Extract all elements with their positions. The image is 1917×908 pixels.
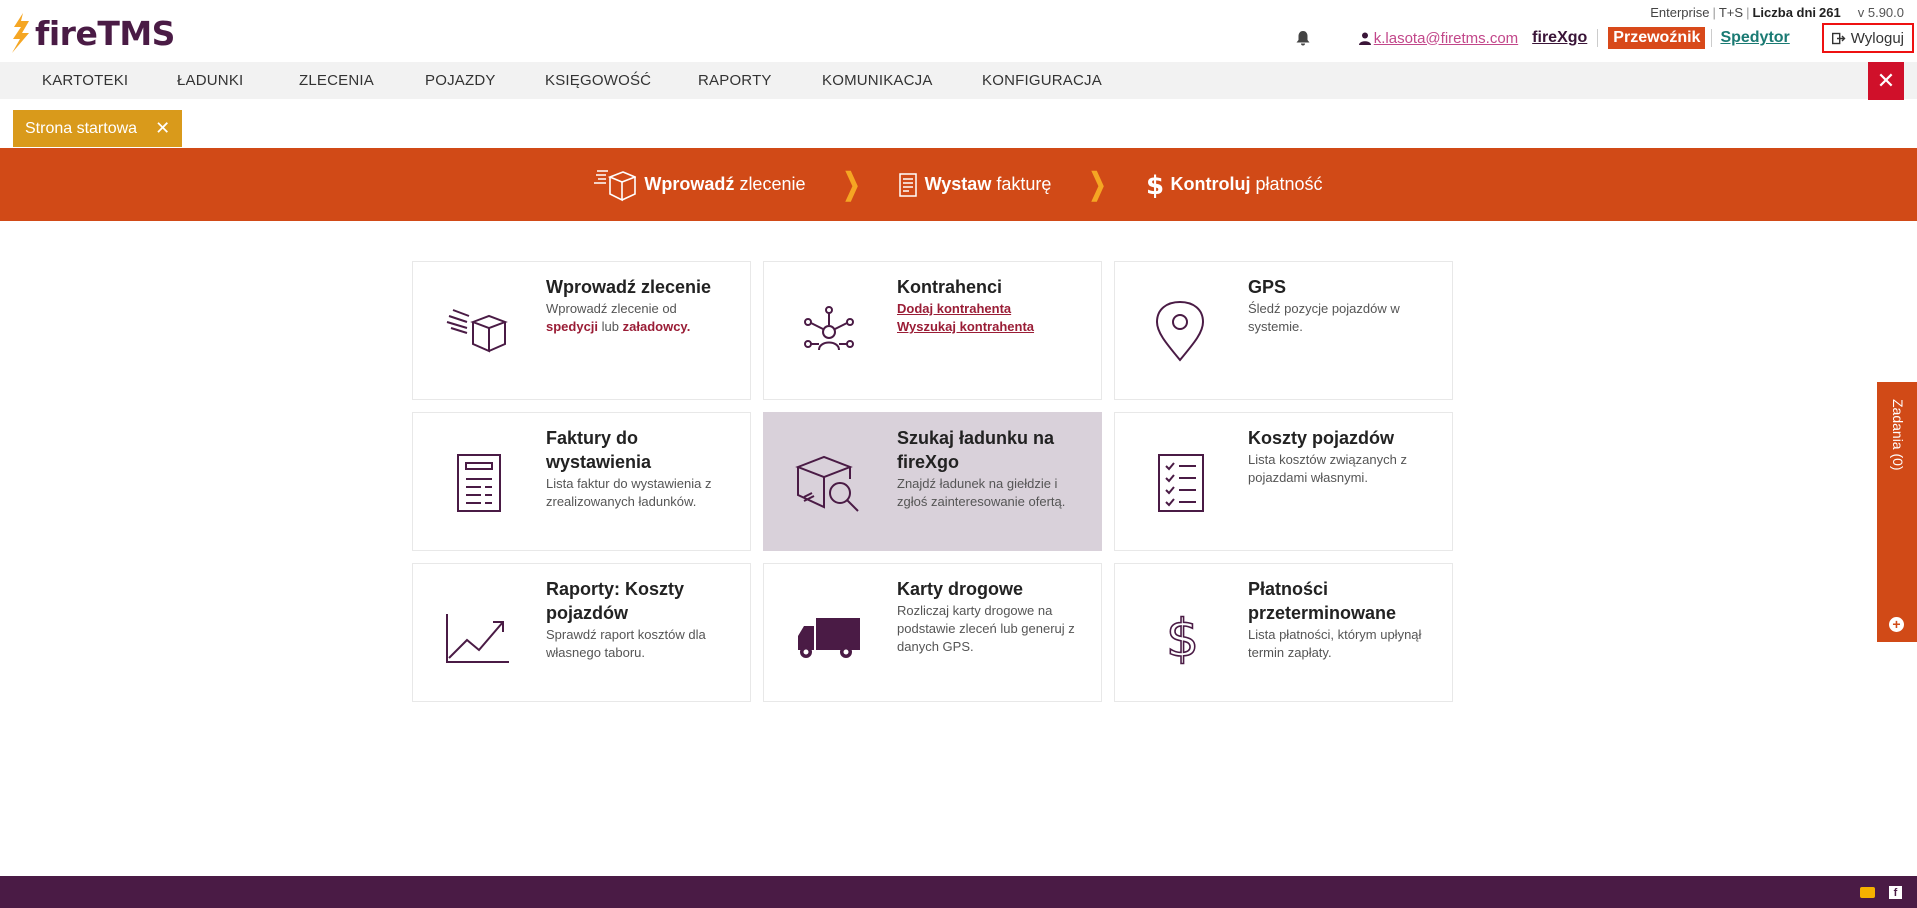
days-label: Liczba dni — [1752, 5, 1817, 20]
dollar-icon: $ — [1146, 171, 1163, 200]
tile-desc: Lista kosztów związanych z pojazdami wła… — [1248, 452, 1407, 485]
banner-step-order-rest: zlecenie — [739, 174, 806, 194]
tab-label: Strona startowa — [25, 120, 138, 137]
tile-desc: Znajdź ładunek na giełdzie i zgłoś zaint… — [897, 476, 1066, 509]
tasks-label: Zadania (0) — [1890, 399, 1906, 471]
banner-step-order[interactable]: Wprowadź zlecenie — [594, 167, 805, 203]
logout-label: Wyloguj — [1850, 29, 1904, 47]
dollar-icon: $ — [1165, 608, 1200, 670]
przewoznik-button[interactable]: Przewoźnik — [1608, 27, 1706, 49]
tile-desc: Lista płatności, którym upłynął termin z… — [1248, 627, 1422, 660]
banner-step-payment[interactable]: $ Kontroluj płatność — [1145, 170, 1323, 200]
workflow-banner: Wprowadź zlecenie ❯ Wystaw fakturę ❯ $ K… — [0, 148, 1917, 221]
user-bar: k.lasota@firetms.com fireXgo Przewoźnik … — [1295, 23, 1917, 53]
days-value: 261 — [1819, 5, 1841, 20]
banner-step-payment-rest: płatność — [1255, 174, 1323, 194]
tab-close-icon[interactable]: ✕ — [155, 110, 170, 147]
tile-platnosci-przeterminowane[interactable]: $ Płatności przeterminowane Lista płatno… — [1114, 563, 1453, 702]
user-email-link[interactable]: k.lasota@firetms.com — [1358, 29, 1519, 47]
mode-label: T+S — [1718, 5, 1744, 20]
banner-step-invoice-rest: fakturę — [996, 174, 1052, 194]
nav-item-konfiguracja[interactable]: KONFIGURACJA — [982, 62, 1102, 99]
dashboard-tiles: Wprowadź zlecenie Wprowadź zlecenie od s… — [412, 261, 1454, 702]
main-nav: KARTOTEKI ŁADUNKI ZLECENIA POJAZDY KSIĘG… — [0, 62, 1917, 99]
chevron-right-icon: ❯ — [843, 168, 861, 201]
map-pin-icon — [1155, 300, 1205, 362]
nav-item-kartoteki[interactable]: KARTOTEKI — [42, 62, 128, 99]
search-contractor-link[interactable]: Wyszukaj kontrahenta — [897, 318, 1089, 336]
tile-title: Faktury do wystawienia — [546, 428, 652, 472]
nav-item-ladunki[interactable]: ŁADUNKI — [177, 62, 243, 99]
user-email: k.lasota@firetms.com — [1373, 29, 1519, 47]
tile-title: Koszty pojazdów — [1248, 428, 1395, 448]
box-icon — [446, 309, 508, 353]
tile-title: Raporty: Koszty pojazdów — [546, 579, 685, 623]
user-icon — [1358, 32, 1371, 45]
version-label: v 5.90.0 — [1857, 5, 1904, 20]
tile-kontrahenci[interactable]: Kontrahenci Dodaj kontrahenta Wyszukaj k… — [763, 261, 1102, 400]
tile-desc: Śledź pozycje pojazdów w systemie. — [1248, 301, 1400, 334]
network-icon — [804, 306, 854, 351]
banner-step-invoice-bold: Wystaw — [924, 174, 992, 194]
edition-label: Enterprise — [1650, 5, 1710, 20]
nav-item-raporty[interactable]: RAPORTY — [698, 62, 772, 99]
nav-item-zlecenia[interactable]: ZLECENIA — [299, 62, 374, 99]
top-bar: fireTMS Enterprise | T+S | Liczba dni 26… — [0, 0, 1917, 62]
tile-raporty-koszty[interactable]: Raporty: Koszty pojazdów Sprawdź raport … — [412, 563, 751, 702]
banner-step-order-bold: Wprowadź — [644, 174, 735, 194]
tile-title: Płatności przeterminowane — [1248, 579, 1397, 623]
banner-step-payment-bold: Kontroluj — [1170, 174, 1251, 194]
tile-koszty-pojazdow[interactable]: Koszty pojazdów Lista kosztów związanych… — [1114, 412, 1453, 551]
add-contractor-link[interactable]: Dodaj kontrahenta — [897, 300, 1089, 318]
spedycji-link[interactable]: spedycji — [546, 319, 598, 334]
tile-desc: Rozliczaj karty drogowe na podstawie zle… — [897, 603, 1075, 654]
nav-item-komunikacja[interactable]: KOMUNIKACJA — [822, 62, 933, 99]
account-meta: Enterprise | T+S | Liczba dni 261 v 5.90… — [1650, 5, 1904, 20]
add-task-icon[interactable]: + — [1889, 617, 1904, 632]
zaladowcy-link[interactable]: załadowcy. — [623, 319, 691, 334]
box-icon — [594, 169, 637, 201]
footer: f — [0, 876, 1917, 908]
logo[interactable]: fireTMS — [11, 13, 175, 53]
tile-karty-drogowe[interactable]: Karty drogowe Rozliczaj karty drogowe na… — [763, 563, 1102, 702]
tile-faktury-do-wystawienia[interactable]: Faktury do wystawienia Lista faktur do w… — [412, 412, 751, 551]
tile-title: Wprowadź zlecenie — [546, 277, 712, 297]
nav-item-pojazdy[interactable]: POJAZDY — [425, 62, 496, 99]
tile-desc: Wprowadź zlecenie od spedycji lub załado… — [546, 301, 691, 334]
tile-title: Karty drogowe — [897, 579, 1024, 599]
chevron-right-icon: ❯ — [1089, 168, 1107, 201]
logout-icon — [1831, 32, 1846, 44]
tile-desc: Lista faktur do wystawienia z zrealizowa… — [546, 476, 712, 509]
logo-text: fireTMS — [35, 13, 175, 53]
invoice-icon — [898, 172, 917, 197]
tile-szukaj-ladunku[interactable]: Szukaj ładunku na fireXgo Znajdź ładunek… — [763, 412, 1102, 551]
bell-icon[interactable] — [1295, 30, 1311, 46]
document-icon — [457, 454, 501, 512]
tab-strona-startowa[interactable]: Strona startowa ✕ — [13, 110, 183, 147]
nav-item-ksiegowosc[interactable]: KSIĘGOWOŚĆ — [545, 62, 651, 99]
box-search-icon — [795, 455, 859, 512]
flame-logo-icon — [12, 13, 29, 53]
tile-wprowadz-zlecenie[interactable]: Wprowadź zlecenie Wprowadź zlecenie od s… — [412, 261, 751, 400]
chart-trend-icon — [446, 614, 509, 663]
tile-desc: Dodaj kontrahenta Wyszukaj kontrahenta — [897, 300, 1089, 336]
truck-icon — [798, 618, 860, 658]
tasks-side-tab[interactable]: Zadania (0) + — [1877, 382, 1917, 642]
tile-title: Szukaj ładunku na fireXgo — [897, 428, 1055, 472]
tile-title: GPS — [1248, 277, 1287, 297]
tile-title: Kontrahenci — [897, 277, 1003, 297]
facebook-icon[interactable]: f — [1889, 886, 1902, 899]
checklist-icon — [1158, 454, 1204, 512]
firexgo-link[interactable]: fireXgo — [1532, 29, 1599, 47]
spedytor-link[interactable]: Spedytor — [1711, 29, 1790, 47]
svg-text:$: $ — [1146, 171, 1163, 200]
logout-button[interactable]: Wyloguj — [1821, 23, 1914, 53]
tile-desc: Sprawdź raport kosztów dla własnego tabo… — [546, 627, 706, 660]
tile-gps[interactable]: GPS Śledź pozycje pojazdów w systemie. — [1114, 261, 1453, 400]
close-icon[interactable]: ✕ — [1868, 62, 1904, 100]
mail-icon[interactable] — [1860, 887, 1875, 898]
svg-text:$: $ — [1166, 609, 1199, 669]
banner-step-invoice[interactable]: Wystaw fakturę — [898, 172, 1052, 197]
